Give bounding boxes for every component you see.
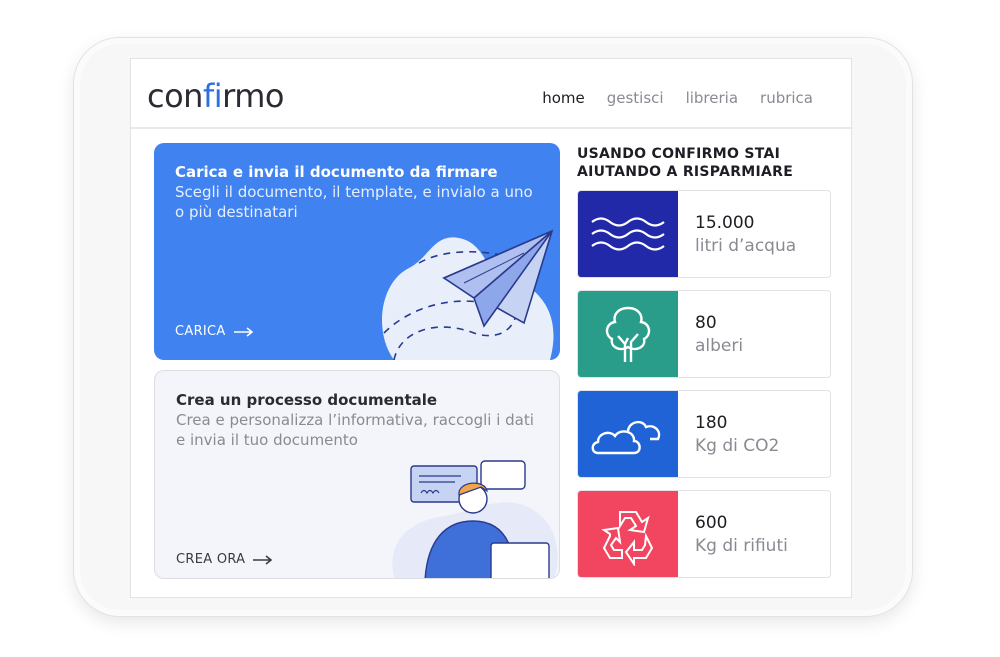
- stat-water: 15.000 litri d’acqua: [577, 190, 831, 278]
- logo-text-suffix: rmo: [222, 77, 284, 115]
- stat-co2: 180 Kg di CO2: [577, 390, 831, 478]
- stat-water-label: litri d’acqua: [695, 236, 797, 256]
- tree-icon: [578, 291, 678, 377]
- arrow-right-icon: [233, 326, 253, 337]
- stat-co2-value: 180: [695, 413, 728, 433]
- stat-waste-label: Kg di rifiuti: [695, 536, 788, 556]
- savings-heading: USANDO CONFIRMO STAI AIUTANDO A RISPARMI…: [577, 146, 794, 180]
- upload-card-title: Carica e invia il documento da firmare: [175, 163, 498, 181]
- upload-document-card[interactable]: Carica e invia il documento da firmare S…: [154, 143, 560, 360]
- upload-card-description: Scegli il documento, il template, e invi…: [175, 183, 533, 221]
- process-cta[interactable]: CREA ORA: [176, 552, 273, 567]
- stat-water-value: 15.000: [695, 213, 755, 233]
- process-card-description: Crea e personalizza l’informativa, racco…: [176, 411, 534, 449]
- stat-waste-value: 600: [695, 513, 728, 533]
- clouds-icon: [578, 391, 678, 477]
- logo-text-accent: fi: [202, 77, 223, 115]
- nav-item-home[interactable]: home: [542, 89, 585, 107]
- app-screen: con fi rmo home gestisci libreria rubrica …: [130, 58, 852, 598]
- top-header: con fi rmo home gestisci libreria rubrica: [131, 59, 851, 129]
- water-waves-icon: [578, 191, 678, 277]
- nav-item-libreria[interactable]: libreria: [686, 89, 738, 107]
- process-card-title: Crea un processo documentale: [176, 391, 438, 409]
- recycle-icon: [578, 491, 678, 577]
- stat-waste: 600 Kg di rifiuti: [577, 490, 831, 578]
- stat-trees: 80 alberi: [577, 290, 831, 378]
- stat-trees-value: 80: [695, 313, 717, 333]
- process-cta-label: CREA ORA: [176, 552, 246, 567]
- nav-item-rubrica[interactable]: rubrica: [760, 89, 813, 107]
- create-process-card[interactable]: Crea un processo documentale Crea e pers…: [154, 370, 560, 579]
- paper-plane-icon: [382, 229, 554, 360]
- person-laptop-icon: [392, 460, 558, 578]
- stat-trees-label: alberi: [695, 336, 744, 356]
- logo-text-prefix: con: [147, 77, 203, 115]
- arrow-right-icon: [253, 554, 273, 565]
- upload-cta-label: CARICA: [175, 324, 226, 339]
- stat-co2-label: Kg di CO2: [695, 436, 780, 456]
- nav-item-gestisci[interactable]: gestisci: [607, 89, 664, 107]
- upload-cta[interactable]: CARICA: [175, 324, 254, 339]
- confirmo-logo[interactable]: con fi rmo: [147, 75, 284, 115]
- main-nav: home gestisci libreria rubrica: [542, 89, 813, 107]
